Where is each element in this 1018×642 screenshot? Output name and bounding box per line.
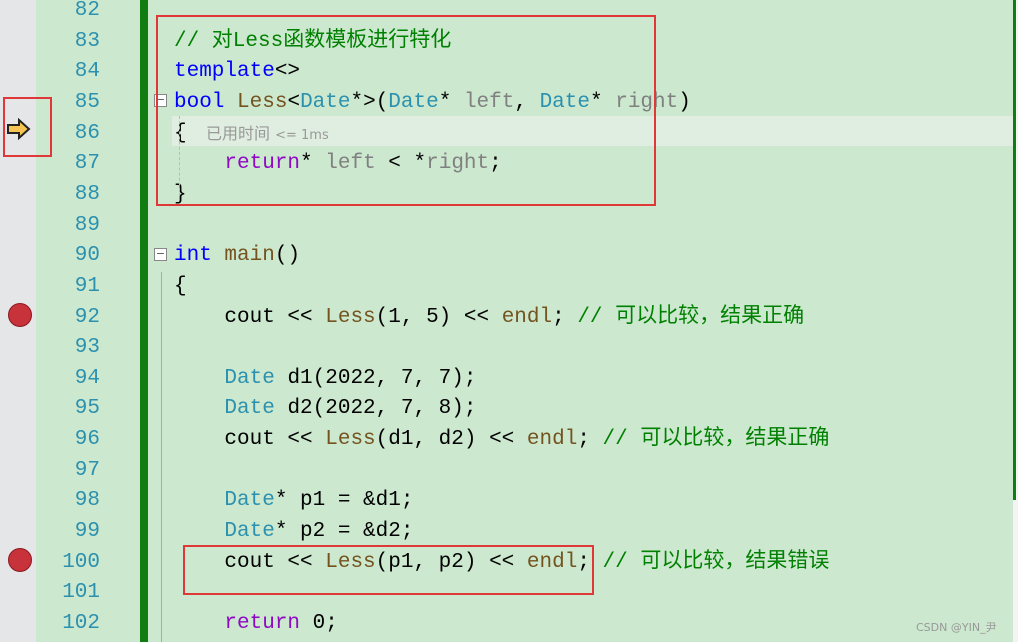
line-number: 92: [74, 305, 100, 329]
code-token: ;: [552, 305, 578, 329]
highlight-box-specialization: [156, 15, 656, 206]
line-number: 89: [74, 213, 100, 237]
code-token: Less: [325, 428, 376, 452]
code-token: (): [274, 244, 301, 268]
scrollbar-change-marker: [1013, 0, 1016, 500]
code-token: * p1 = &d1;: [274, 489, 414, 513]
code-line[interactable]: Date d2(2022, 7, 8);: [174, 393, 476, 424]
code-token: main: [224, 244, 275, 268]
code-token: Less: [325, 305, 376, 329]
code-token: 0;: [300, 612, 338, 635]
code-line[interactable]: cout << Less(1, 5) << endl; // 可以比较，结果正确: [174, 302, 804, 333]
code-token: endl: [526, 428, 578, 452]
code-token: ;: [577, 428, 603, 452]
line-number: 100: [62, 550, 100, 574]
code-token: // 可以比较，结果错误: [602, 550, 830, 574]
code-token: {: [174, 274, 187, 298]
line-number: 94: [74, 366, 100, 390]
code-token: d1(2022, 7, 7);: [274, 366, 477, 390]
code-line[interactable]: {: [174, 271, 187, 302]
line-number: 95: [74, 397, 100, 421]
code-token: // 可以比较，结果正确: [602, 428, 830, 452]
code-line[interactable]: return 0;: [174, 608, 338, 639]
breakpoint-icon[interactable]: [8, 303, 32, 327]
code-token: Date: [224, 489, 275, 513]
code-token: // 可以比较，结果正确: [577, 305, 805, 329]
line-number: 96: [74, 428, 100, 452]
code-token: (d1, d2) <<: [375, 428, 527, 452]
code-token: cout <<: [174, 305, 326, 329]
highlight-box-arrow: [3, 97, 52, 157]
code-token: Date: [224, 397, 275, 421]
collapse-icon[interactable]: −: [154, 248, 167, 261]
breakpoint-icon[interactable]: [8, 548, 32, 572]
line-number: 88: [74, 182, 100, 206]
line-number: 99: [74, 520, 100, 544]
code-token: endl: [501, 305, 553, 329]
line-number: 84: [74, 60, 100, 84]
line-number: 98: [74, 489, 100, 513]
line-number: 93: [74, 336, 100, 360]
code-token: Date: [224, 520, 275, 544]
change-indicator-bar: [140, 0, 148, 642]
line-number: 97: [74, 458, 100, 482]
code-line[interactable]: Date d1(2022, 7, 7);: [174, 363, 476, 394]
code-token: return: [224, 612, 301, 635]
watermark: CSDN @YIN_尹: [916, 621, 997, 634]
code-token: (1, 5) <<: [375, 305, 502, 329]
code-token: int: [174, 244, 212, 268]
code-line[interactable]: Date* p2 = &d2;: [174, 516, 413, 547]
code-line[interactable]: Date* p1 = &d1;: [174, 485, 413, 516]
code-token: cout <<: [174, 428, 326, 452]
code-token: Date: [224, 366, 275, 390]
line-number: 91: [74, 274, 100, 298]
code-line[interactable]: int main(): [174, 240, 300, 271]
line-number: 83: [74, 29, 100, 53]
line-number: 90: [74, 244, 100, 268]
scope-line: [161, 272, 162, 642]
code-token: d2(2022, 7, 8);: [274, 397, 477, 421]
code-line[interactable]: cout << Less(d1, d2) << endl; // 可以比较，结果…: [174, 424, 829, 455]
code-token: ): [678, 90, 691, 114]
code-token: * p2 = &d2;: [274, 520, 414, 544]
line-number: 101: [62, 581, 100, 605]
line-number: 82: [74, 0, 100, 22]
line-number: 102: [62, 612, 100, 635]
highlight-box-pointer-call: [183, 545, 594, 595]
